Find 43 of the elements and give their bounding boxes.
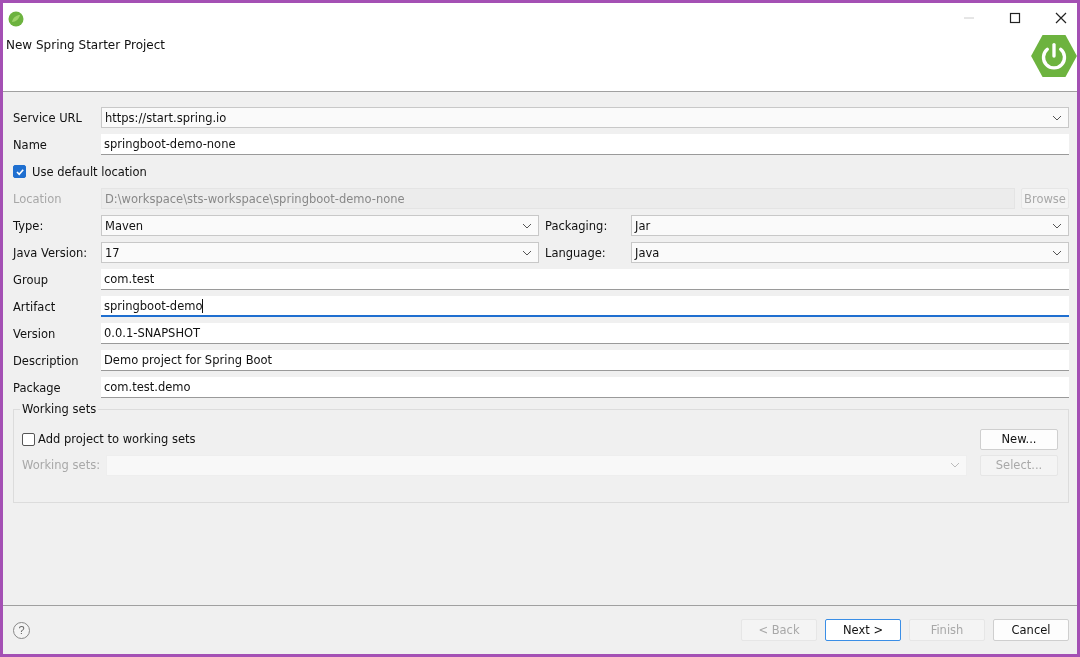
text-field[interactable]: springboot-demo-none xyxy=(101,134,1069,155)
text-field[interactable]: Demo project for Spring Boot xyxy=(101,350,1069,371)
help-button[interactable]: ? xyxy=(13,621,30,639)
text-field[interactable]: 0.0.1-SNAPSHOT xyxy=(101,323,1069,344)
dropdown[interactable]: Maven xyxy=(101,215,539,236)
text-field[interactable]: com.test xyxy=(101,269,1069,290)
chevron-down-icon xyxy=(522,249,532,256)
checkbox-label: Use default location xyxy=(32,164,147,179)
field-label: Service URL xyxy=(13,110,83,125)
checkbox-label: Add project to working sets xyxy=(38,432,196,446)
field-label: Description xyxy=(13,353,80,368)
field-label: Package xyxy=(13,380,62,395)
field-label: Language: xyxy=(545,245,607,260)
field-label: Name xyxy=(13,137,48,152)
close-icon[interactable] xyxy=(1055,12,1067,24)
new-button[interactable]: New... xyxy=(980,428,1058,450)
chevron-down-icon xyxy=(1052,114,1062,121)
text-field[interactable]: com.test.demo xyxy=(101,377,1069,398)
dialog-button[interactable]: Next > xyxy=(825,619,901,641)
text-field[interactable]: springboot-demo xyxy=(101,296,1069,317)
field-label: Type: xyxy=(13,218,45,233)
chevron-down-icon xyxy=(950,462,960,468)
checkbox[interactable] xyxy=(13,165,26,178)
dropdown[interactable]: 17 xyxy=(101,242,539,263)
dropdown[interactable]: https://start.spring.io xyxy=(101,107,1069,128)
maximize-icon[interactable] xyxy=(1009,12,1021,24)
field-label: Working sets: xyxy=(22,458,100,472)
field-label: Group xyxy=(13,272,49,287)
dialog-title: New Spring Starter Project xyxy=(6,38,166,52)
field-label: Java Version: xyxy=(13,245,89,260)
checkbox[interactable] xyxy=(22,432,35,446)
field-label: Location xyxy=(13,191,63,206)
group-title: Working sets xyxy=(20,402,99,416)
chevron-down-icon xyxy=(1052,222,1062,229)
dropdown[interactable]: Java xyxy=(631,242,1069,263)
field-label: Artifact xyxy=(13,299,57,314)
dialog-button[interactable]: Cancel xyxy=(993,619,1069,641)
chevron-down-icon xyxy=(522,222,532,229)
field-label: Version xyxy=(13,326,57,341)
leaf-logo-icon xyxy=(8,11,24,27)
dropdown[interactable]: Jar xyxy=(631,215,1069,236)
field-label: Packaging: xyxy=(545,218,609,233)
chevron-down-icon xyxy=(1052,249,1062,256)
